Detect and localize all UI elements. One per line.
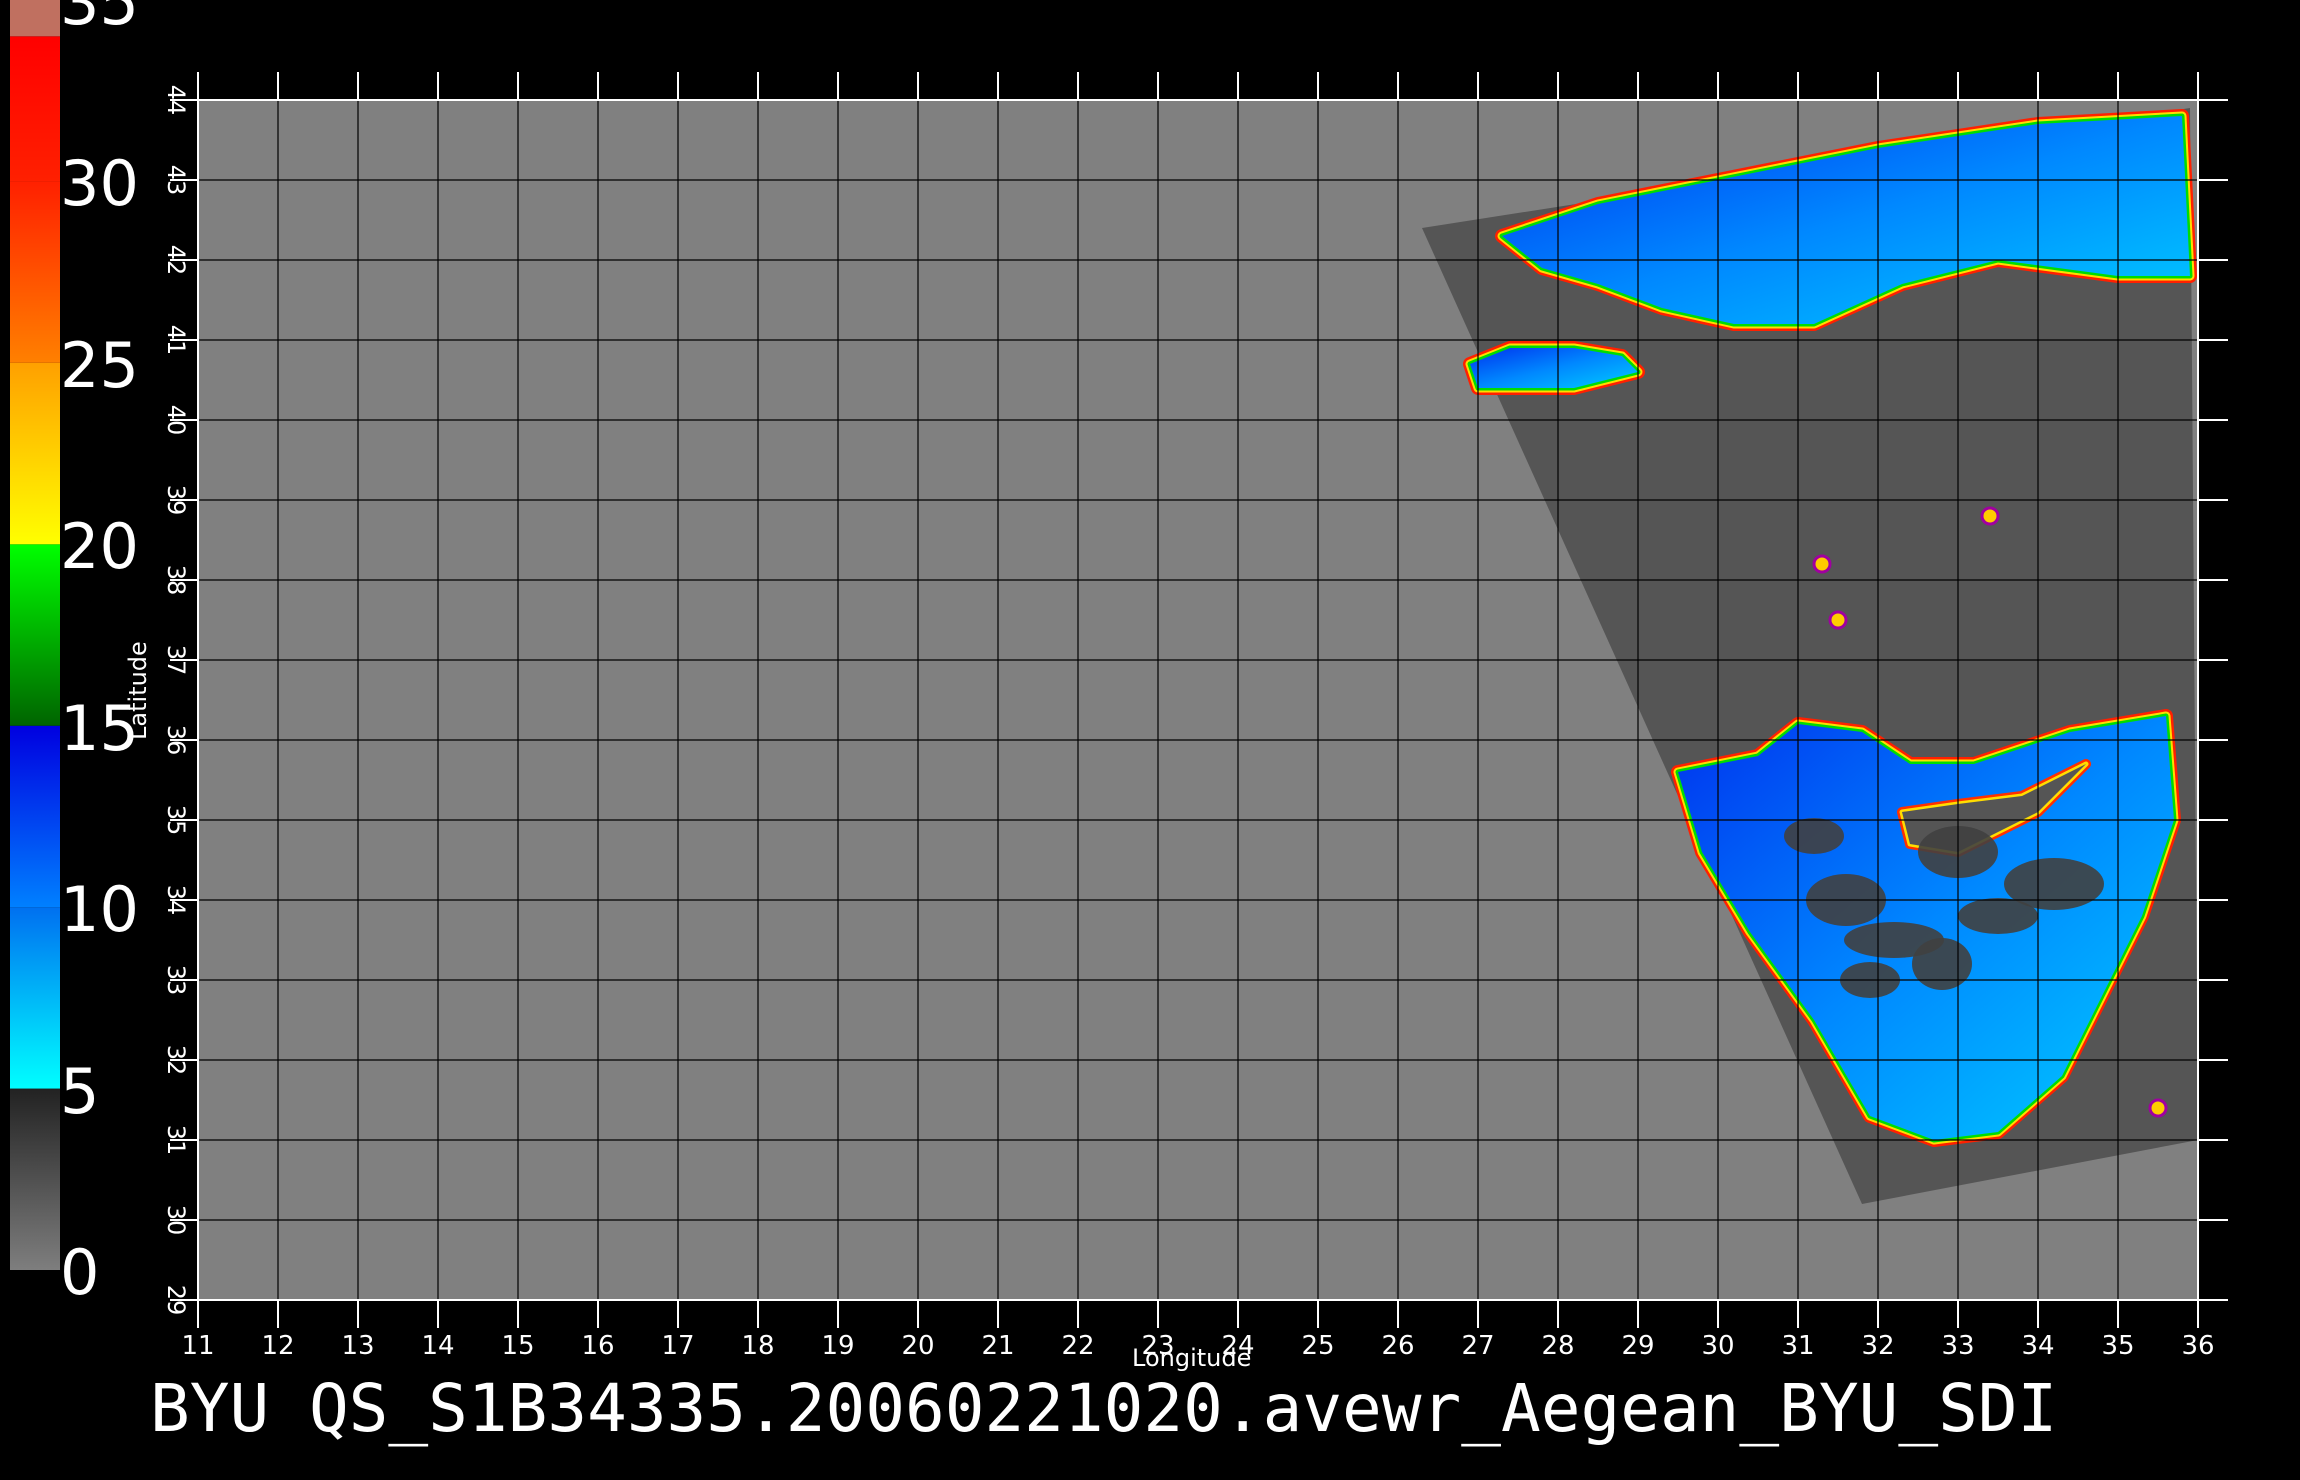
colorbar-segment: [10, 725, 60, 908]
small-island: [2148, 1098, 2168, 1118]
low-wind-patch: [1784, 818, 1844, 854]
small-island: [1980, 506, 2000, 526]
x-tick-label: 32: [1861, 1331, 1894, 1361]
colorbar-tick-label: 5: [60, 1054, 100, 1128]
marmara-sea: [1463, 341, 1645, 395]
x-tick-label: 35: [2101, 1331, 2134, 1361]
x-tick-label: 34: [2021, 1331, 2054, 1361]
colorbar-tick-label: 25: [60, 328, 139, 402]
y-tick-label: 38: [162, 565, 190, 596]
x-tick-label: 13: [341, 1331, 374, 1361]
y-tick-label: 39: [162, 485, 190, 516]
y-tick-label: 41: [162, 325, 190, 356]
colorbar-tick-label: 10: [60, 873, 139, 947]
x-tick-label: 36: [2181, 1331, 2214, 1361]
small-island: [1828, 610, 1848, 630]
x-tick-label: 22: [1061, 1331, 1094, 1361]
x-tick-label: 27: [1461, 1331, 1494, 1361]
x-axis-label: Longitude: [1132, 1344, 1252, 1372]
colorbar-segment: [10, 907, 60, 1089]
colorbar-segment: [10, 0, 60, 37]
wind-speed-map: 11 12 13 14 15 16 17 18 19 20 21 22 23 24 25 26 27 28 29 30…: [10, 0, 2228, 1361]
image-title: BYU QS_S1B34335.20060221020.avewr_Aegean…: [150, 1370, 2058, 1447]
y-tick-label: 29: [162, 1285, 190, 1316]
x-tick-label: 12: [261, 1331, 294, 1361]
colorbar-segment: [10, 36, 60, 182]
x-tick-label: 15: [501, 1331, 534, 1361]
y-tick-label: 37: [162, 645, 190, 676]
x-tick-label: 16: [581, 1331, 614, 1361]
y-tick-label: 43: [162, 165, 190, 196]
low-wind-patch: [2004, 858, 2104, 910]
x-tick-label: 18: [741, 1331, 774, 1361]
y-tick-label: 31: [162, 1125, 190, 1156]
x-tick-label: 17: [661, 1331, 694, 1361]
y-tick-label: 36: [162, 725, 190, 756]
y-tick-label: 40: [162, 405, 190, 436]
colorbar-segment: [10, 1088, 60, 1270]
colorbar-segment: [10, 181, 60, 363]
x-tick-label: 14: [421, 1331, 454, 1361]
y-axis-label: Latitude: [124, 641, 152, 740]
small-island: [1812, 554, 1832, 574]
y-tick-label: 35: [162, 805, 190, 836]
x-tick-label: 28: [1541, 1331, 1574, 1361]
x-tick-label: 21: [981, 1331, 1014, 1361]
x-tick-label: 19: [821, 1331, 854, 1361]
y-tick-label: 42: [162, 245, 190, 276]
y-tick-label: 33: [162, 965, 190, 996]
colorbar-tick-label: 0: [60, 1236, 100, 1309]
y-tick-label: 30: [162, 1205, 190, 1236]
colorbar: [10, 0, 60, 1270]
x-tick-label: 33: [1941, 1331, 1974, 1361]
colorbar-segment: [10, 362, 60, 545]
y-tick-label: 34: [162, 885, 190, 916]
x-tick-label: 31: [1781, 1331, 1814, 1361]
x-tick-label: 25: [1301, 1331, 1334, 1361]
y-tick-label: 44: [162, 85, 190, 116]
low-wind-patch: [1912, 938, 1972, 990]
x-tick-label: 11: [181, 1331, 214, 1361]
x-tick-label: 20: [901, 1331, 934, 1361]
x-tick-label: 30: [1701, 1331, 1734, 1361]
colorbar-tick-label: 30: [60, 147, 139, 221]
colorbar-segment: [10, 544, 60, 726]
colorbar-tick-label: 35: [60, 0, 139, 39]
x-tick-label: 29: [1621, 1331, 1654, 1361]
colorbar-tick-label: 20: [60, 510, 139, 584]
y-tick-label: 32: [162, 1045, 190, 1076]
x-tick-label: 26: [1381, 1331, 1414, 1361]
